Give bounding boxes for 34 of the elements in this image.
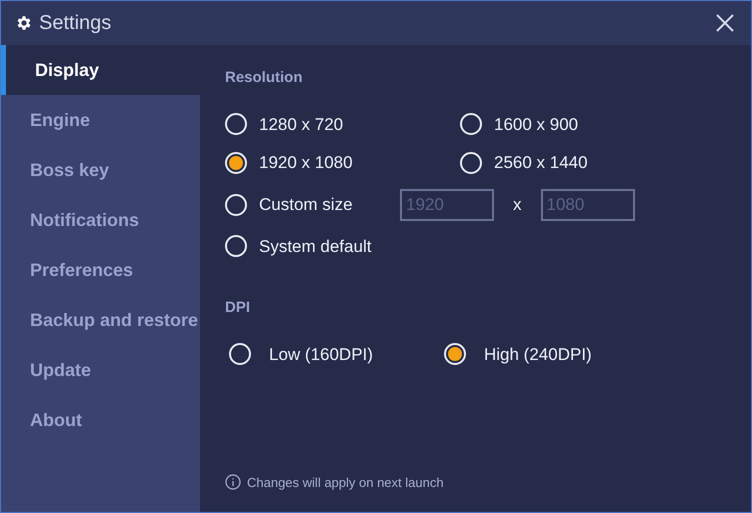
radio-button[interactable] xyxy=(225,235,247,258)
option-label: Low (160DPI) xyxy=(269,344,373,366)
info-icon xyxy=(225,474,241,490)
radio-button[interactable] xyxy=(225,113,247,136)
close-icon xyxy=(715,13,735,33)
info-note: Changes will apply on next launch xyxy=(247,474,444,492)
sidebar-item[interactable]: Preferences xyxy=(1,245,200,295)
option-label: 1920 x 1080 xyxy=(259,152,353,174)
radio-button[interactable] xyxy=(460,152,482,174)
sidebar-item[interactable]: Notifications xyxy=(1,195,200,245)
sidebar-item[interactable]: Boss key xyxy=(1,145,200,195)
radio-button[interactable] xyxy=(444,343,466,366)
sidebar-item[interactable]: About xyxy=(1,395,200,445)
option-label: System default xyxy=(259,236,372,258)
option-label: 2560 x 1440 xyxy=(494,152,588,174)
sidebar-item[interactable]: Backup and restore xyxy=(1,295,200,345)
height-field[interactable]: 1080 xyxy=(540,188,634,220)
option-label: Custom size xyxy=(259,194,353,216)
separator-label: x xyxy=(513,194,522,216)
option-label: High (240DPI) xyxy=(484,344,592,366)
sidebar-item[interactable]: Update xyxy=(1,345,200,395)
option-label: 1600 x 900 xyxy=(494,114,578,136)
section-heading: DPI xyxy=(225,298,252,318)
section-heading: Resolution xyxy=(225,68,304,88)
radio-button[interactable] xyxy=(225,194,247,216)
radio-button[interactable] xyxy=(229,343,251,366)
width-field[interactable]: 1920 xyxy=(400,188,494,220)
settings-icon xyxy=(15,14,33,32)
radio-button[interactable] xyxy=(460,113,482,136)
sidebar-item[interactable]: Display xyxy=(1,45,200,95)
option-label: 1280 x 720 xyxy=(259,114,344,136)
radio-button[interactable] xyxy=(225,152,247,174)
window-title: Settings xyxy=(39,11,112,36)
sidebar-item[interactable]: Engine xyxy=(1,95,200,145)
